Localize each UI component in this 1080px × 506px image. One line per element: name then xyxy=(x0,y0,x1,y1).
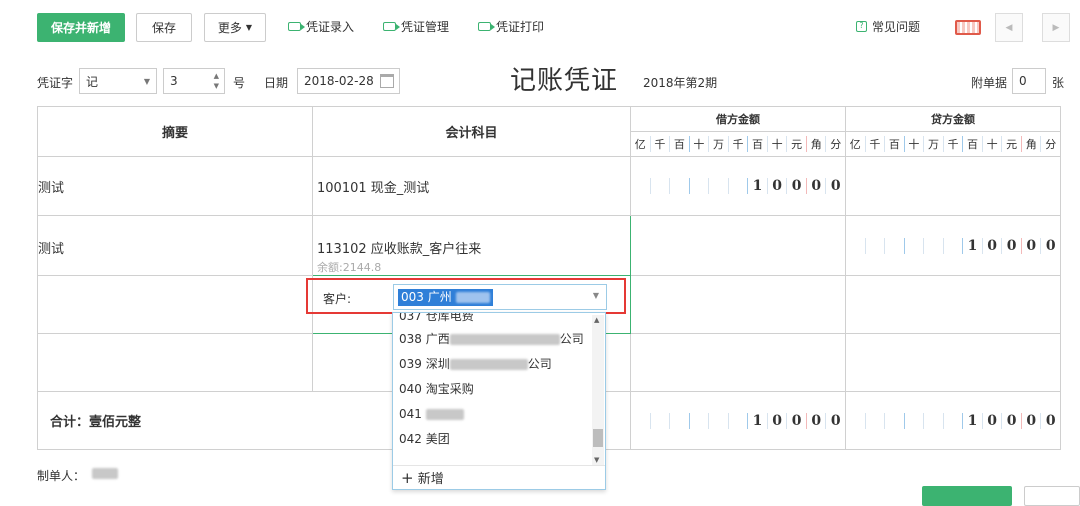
scroll-thumb[interactable] xyxy=(593,429,603,447)
account-cell[interactable]: 113102 应收账款_客户往来 余额:2144.8 xyxy=(312,215,631,276)
list-item[interactable]: 040 淘宝采购 xyxy=(393,377,593,402)
credit-digit-header: 亿千百十万千百十元角分 xyxy=(846,136,1060,152)
stepper-arrows-icon[interactable]: ▲ ▼ xyxy=(214,71,219,91)
dropdown-scrollbar[interactable]: ▲ ▼ xyxy=(592,315,604,465)
more-dropdown-button[interactable]: 更多 ▼ xyxy=(204,13,266,42)
customer-label: 客户: xyxy=(323,292,352,306)
debit-cell[interactable] xyxy=(630,333,846,392)
credit-cell[interactable]: 10000 xyxy=(845,215,1061,276)
bottom-save-new-button[interactable] xyxy=(922,486,1012,506)
debit-header: 借方金额 xyxy=(630,106,846,132)
faq-link[interactable]: ? 常见问题 xyxy=(856,18,920,35)
save-and-new-button[interactable]: 保存并新增 xyxy=(37,13,125,42)
list-item[interactable]: 037 仓库电费038 广西公司 xyxy=(393,327,593,352)
next-voucher-button[interactable]: ▶ xyxy=(1042,13,1070,42)
list-item[interactable]: 041 xyxy=(393,402,593,427)
voucher-word-select[interactable]: 记 ▼ xyxy=(79,68,157,94)
maker-name xyxy=(92,468,118,479)
camera-icon xyxy=(478,22,495,31)
summary-cell[interactable] xyxy=(37,333,313,392)
attachments-input[interactable]: 0 xyxy=(1012,68,1046,94)
voucher-print-link[interactable]: 凭证打印 xyxy=(478,18,544,35)
voucher-word-label: 凭证字 xyxy=(37,76,74,90)
voucher-manage-label: 凭证管理 xyxy=(401,20,450,34)
more-label: 更多 xyxy=(217,21,242,35)
debit-cell[interactable] xyxy=(630,215,846,276)
account-cell[interactable]: 100101 现金_测试 xyxy=(312,156,631,216)
maker-label: 制单人： xyxy=(37,469,86,483)
voucher-manage-link[interactable]: 凭证管理 xyxy=(383,18,449,35)
list-item[interactable]: 037 仓库电费 xyxy=(393,313,593,327)
voucher-entry-link[interactable]: 凭证录入 xyxy=(288,18,354,35)
summary-cell[interactable] xyxy=(37,275,313,334)
account-header: 会计科目 xyxy=(312,106,631,157)
summary-cell[interactable]: 测试 xyxy=(37,156,313,216)
camera-icon xyxy=(383,22,400,31)
customer-dropdown-list[interactable]: 037 仓库电费 037 仓库电费038 广西公司 039 深圳公司 040 淘… xyxy=(392,312,606,490)
table-row[interactable]: 测试 113102 应收账款_客户往来 余额:2144.8 10000 xyxy=(37,215,1061,276)
number-unit-label: 号 xyxy=(233,76,246,90)
scroll-up-icon[interactable]: ▲ xyxy=(594,316,599,324)
debit-cell[interactable] xyxy=(630,275,846,334)
calendar-icon[interactable] xyxy=(380,74,394,88)
table-row[interactable]: 测试 100101 现金_测试 10000 xyxy=(37,156,1061,216)
toolbar: 保存并新增 保存 更多 ▼ 凭证录入 凭证管理 凭证打印 ? 常见问题 ◀ ▶ xyxy=(0,0,1080,55)
voucher-word-value: 记 xyxy=(86,74,99,89)
debit-cell[interactable]: 10000 xyxy=(630,156,846,216)
date-label: 日期 xyxy=(264,76,289,90)
add-new-label: 新增 xyxy=(417,472,444,487)
prev-voucher-button[interactable]: ◀ xyxy=(995,13,1023,42)
page-title: 记账凭证 xyxy=(510,66,619,96)
list-item[interactable]: 042 美团 xyxy=(393,427,593,452)
total-credit-cell: 10000 xyxy=(845,391,1061,450)
faq-label: 常见问题 xyxy=(872,20,921,34)
bottom-save-button[interactable] xyxy=(1024,486,1080,506)
voucher-number-value: 3 xyxy=(170,74,178,88)
summary-header: 摘要 xyxy=(37,106,313,157)
account-text: 113102 应收账款_客户往来 xyxy=(317,242,482,257)
period-text: 2018年第2期 xyxy=(643,76,718,90)
credit-cell[interactable] xyxy=(845,275,1061,334)
summary-cell[interactable]: 测试 xyxy=(37,215,313,276)
balance-text: 余额:2144.8 xyxy=(317,261,382,274)
customer-select[interactable]: 003 广州 ▼ xyxy=(393,284,607,310)
voucher-header: 凭证字 记 ▼ 3 ▲ ▼ 号 日期 2018-02-28 记账凭证 2018年第2期… xyxy=(0,60,1080,100)
total-debit-cell: 10000 xyxy=(630,391,846,450)
credit-header: 贷方金额 xyxy=(845,106,1061,132)
caret-down-icon: ▼ xyxy=(592,291,599,300)
credit-cell[interactable] xyxy=(845,333,1061,392)
debit-digit-header: 亿千百十万千百十元角分 xyxy=(631,136,845,152)
list-item[interactable]: 039 深圳 公司 xyxy=(393,352,593,377)
voucher-entry-label: 凭证录入 xyxy=(306,20,355,34)
caret-down-icon: ▼ xyxy=(245,23,253,32)
attachments-unit: 张 xyxy=(1052,76,1065,90)
attachments-label: 附单据 xyxy=(971,76,1008,90)
credit-cell[interactable] xyxy=(845,156,1061,216)
voucher-number-stepper[interactable]: 3 ▲ ▼ xyxy=(163,68,225,94)
plus-icon: + xyxy=(401,469,414,487)
faq-icon: ? xyxy=(856,21,867,32)
caret-down-icon: ▼ xyxy=(143,76,150,86)
camera-icon xyxy=(288,22,305,31)
scroll-down-icon[interactable]: ▼ xyxy=(594,456,599,464)
save-button[interactable]: 保存 xyxy=(136,13,192,42)
date-input[interactable]: 2018-02-28 xyxy=(297,68,400,94)
date-value: 2018-02-28 xyxy=(304,74,374,88)
customer-selected-value: 003 广州 xyxy=(398,289,493,306)
keyboard-icon[interactable] xyxy=(955,20,981,35)
voucher-print-label: 凭证打印 xyxy=(496,20,545,34)
add-new-option[interactable]: + 新增 xyxy=(393,465,605,489)
